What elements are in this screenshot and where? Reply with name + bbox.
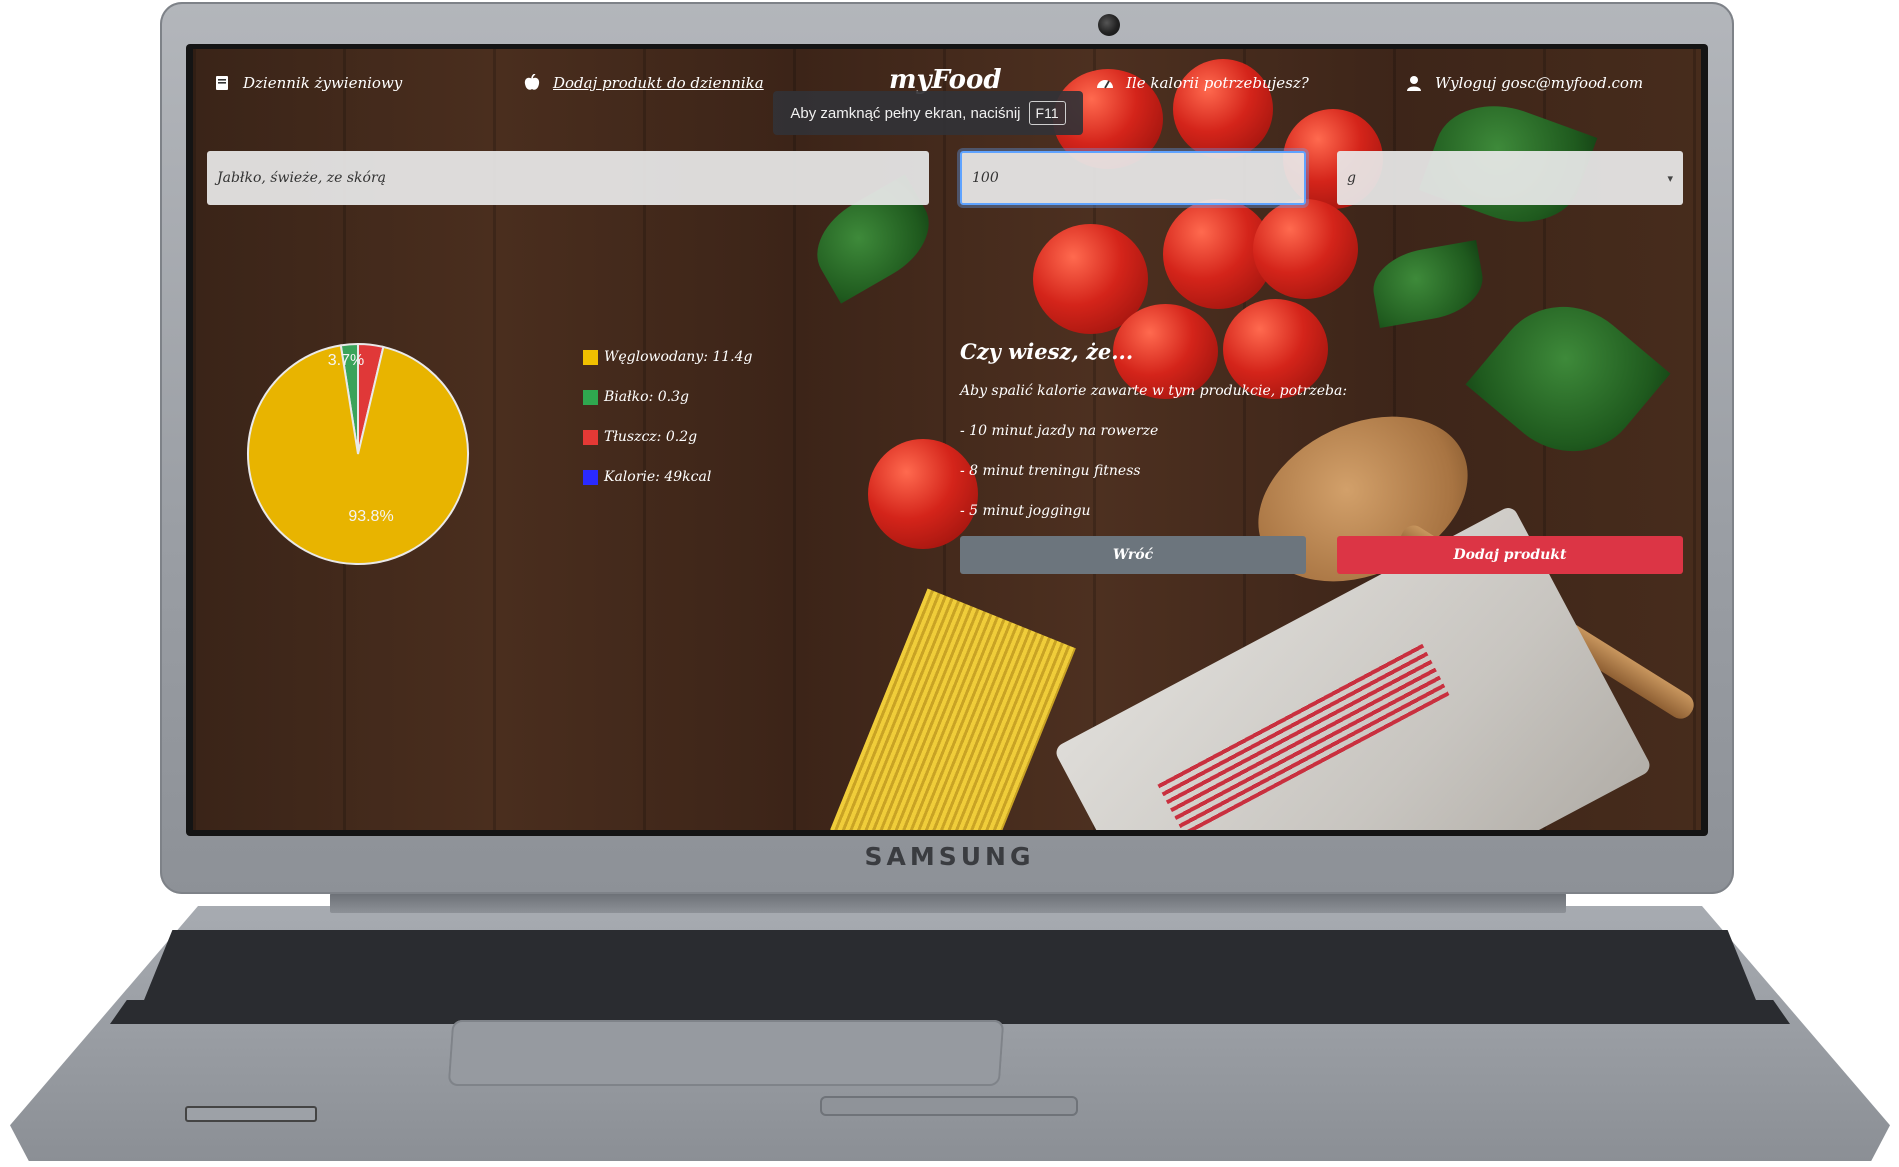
legend-label: Białko: 0.3g	[604, 389, 689, 405]
fact-title: Czy wiesz, że...	[960, 339, 1134, 364]
laptop-front-notch	[820, 1096, 1078, 1116]
basil-leaf-decoration	[1367, 239, 1489, 329]
legend-item: Białko: 0.3g	[583, 377, 753, 417]
unit-select[interactable]: g ▾	[1337, 151, 1683, 205]
laptop-card-slot	[185, 1106, 317, 1122]
tomato-decoration	[1253, 199, 1358, 299]
amount-value: 100	[972, 170, 999, 186]
pie-data-label-main: 93.8%	[348, 508, 393, 525]
webcam-icon	[1098, 14, 1120, 36]
amount-input[interactable]: 100	[960, 151, 1306, 205]
nav-add-product-label: Dodaj produkt do dziennika	[553, 74, 764, 92]
chevron-down-icon: ▾	[1667, 171, 1673, 185]
book-icon	[213, 74, 231, 92]
legend-swatch	[583, 389, 598, 405]
product-search-value: Jabłko, świeże, ze skórą	[217, 170, 387, 186]
legend-swatch	[583, 429, 598, 445]
fullscreen-notice: Aby zamknąć pełny ekran, naciśnij F11	[773, 91, 1083, 135]
legend-label: Tłuszcz: 0.2g	[604, 429, 698, 445]
user-icon	[1405, 74, 1423, 92]
nutrition-pie-chart: 93.8% 3.7%	[247, 342, 469, 565]
legend-item: Kalorie: 49kcal	[583, 457, 753, 497]
legend-item: Węglowodany: 11.4g	[583, 337, 753, 377]
nav-logout-label: Wyloguj gosc@myfood.com	[1435, 74, 1644, 92]
apple-icon	[523, 74, 541, 92]
legend-item: Tłuszcz: 0.2g	[583, 417, 753, 457]
pasta-decoration	[830, 588, 1076, 830]
basil-leaf-decoration	[1465, 277, 1671, 481]
nutrition-legend: Węglowodany: 11.4g Białko: 0.3g Tłuszcz:…	[583, 337, 753, 497]
laptop-hinge	[330, 893, 1566, 913]
nav-calories-needed[interactable]: Ile kalorii potrzebujesz?	[1096, 71, 1309, 95]
legend-swatch	[583, 349, 598, 365]
tomato-decoration	[868, 439, 978, 549]
laptop-trackpad	[447, 1020, 1005, 1086]
legend-label: Węglowodany: 11.4g	[604, 349, 753, 365]
laptop-brand: SAMSUNG	[864, 842, 1035, 871]
browser-screen: Dziennik żywieniowy Dodaj produkt do dzi…	[193, 49, 1701, 830]
fact-item: - 8 minut treningu fitness	[960, 463, 1141, 479]
legend-label: Kalorie: 49kcal	[604, 469, 712, 485]
laptop-keyboard	[140, 930, 1760, 1010]
back-button[interactable]: Wróć	[960, 536, 1306, 574]
fullscreen-notice-text: Aby zamknąć pełny ekran, naciśnij	[790, 104, 1021, 122]
fact-item: - 10 minut jazdy na rowerze	[960, 423, 1159, 439]
nav-add-product[interactable]: Dodaj produkt do dziennika	[523, 71, 764, 95]
fullscreen-key: F11	[1028, 101, 1066, 125]
legend-swatch	[583, 469, 598, 485]
nav-logout[interactable]: Wyloguj gosc@myfood.com	[1405, 71, 1643, 95]
nav-calories-needed-label: Ile kalorii potrzebujesz?	[1126, 74, 1309, 92]
product-search-input[interactable]: Jabłko, świeże, ze skórą	[207, 151, 929, 205]
unit-value: g	[1347, 170, 1356, 186]
add-product-button[interactable]: Dodaj produkt	[1337, 536, 1683, 574]
nav-diary-label: Dziennik żywieniowy	[243, 74, 403, 92]
nav-diary[interactable]: Dziennik żywieniowy	[213, 71, 402, 95]
pie-data-label-small: 3.7%	[328, 352, 364, 369]
gauge-icon	[1096, 74, 1114, 92]
fact-item: - 5 minut joggingu	[960, 503, 1091, 519]
fact-intro: Aby spalić kalorie zawarte w tym produkc…	[960, 383, 1348, 399]
